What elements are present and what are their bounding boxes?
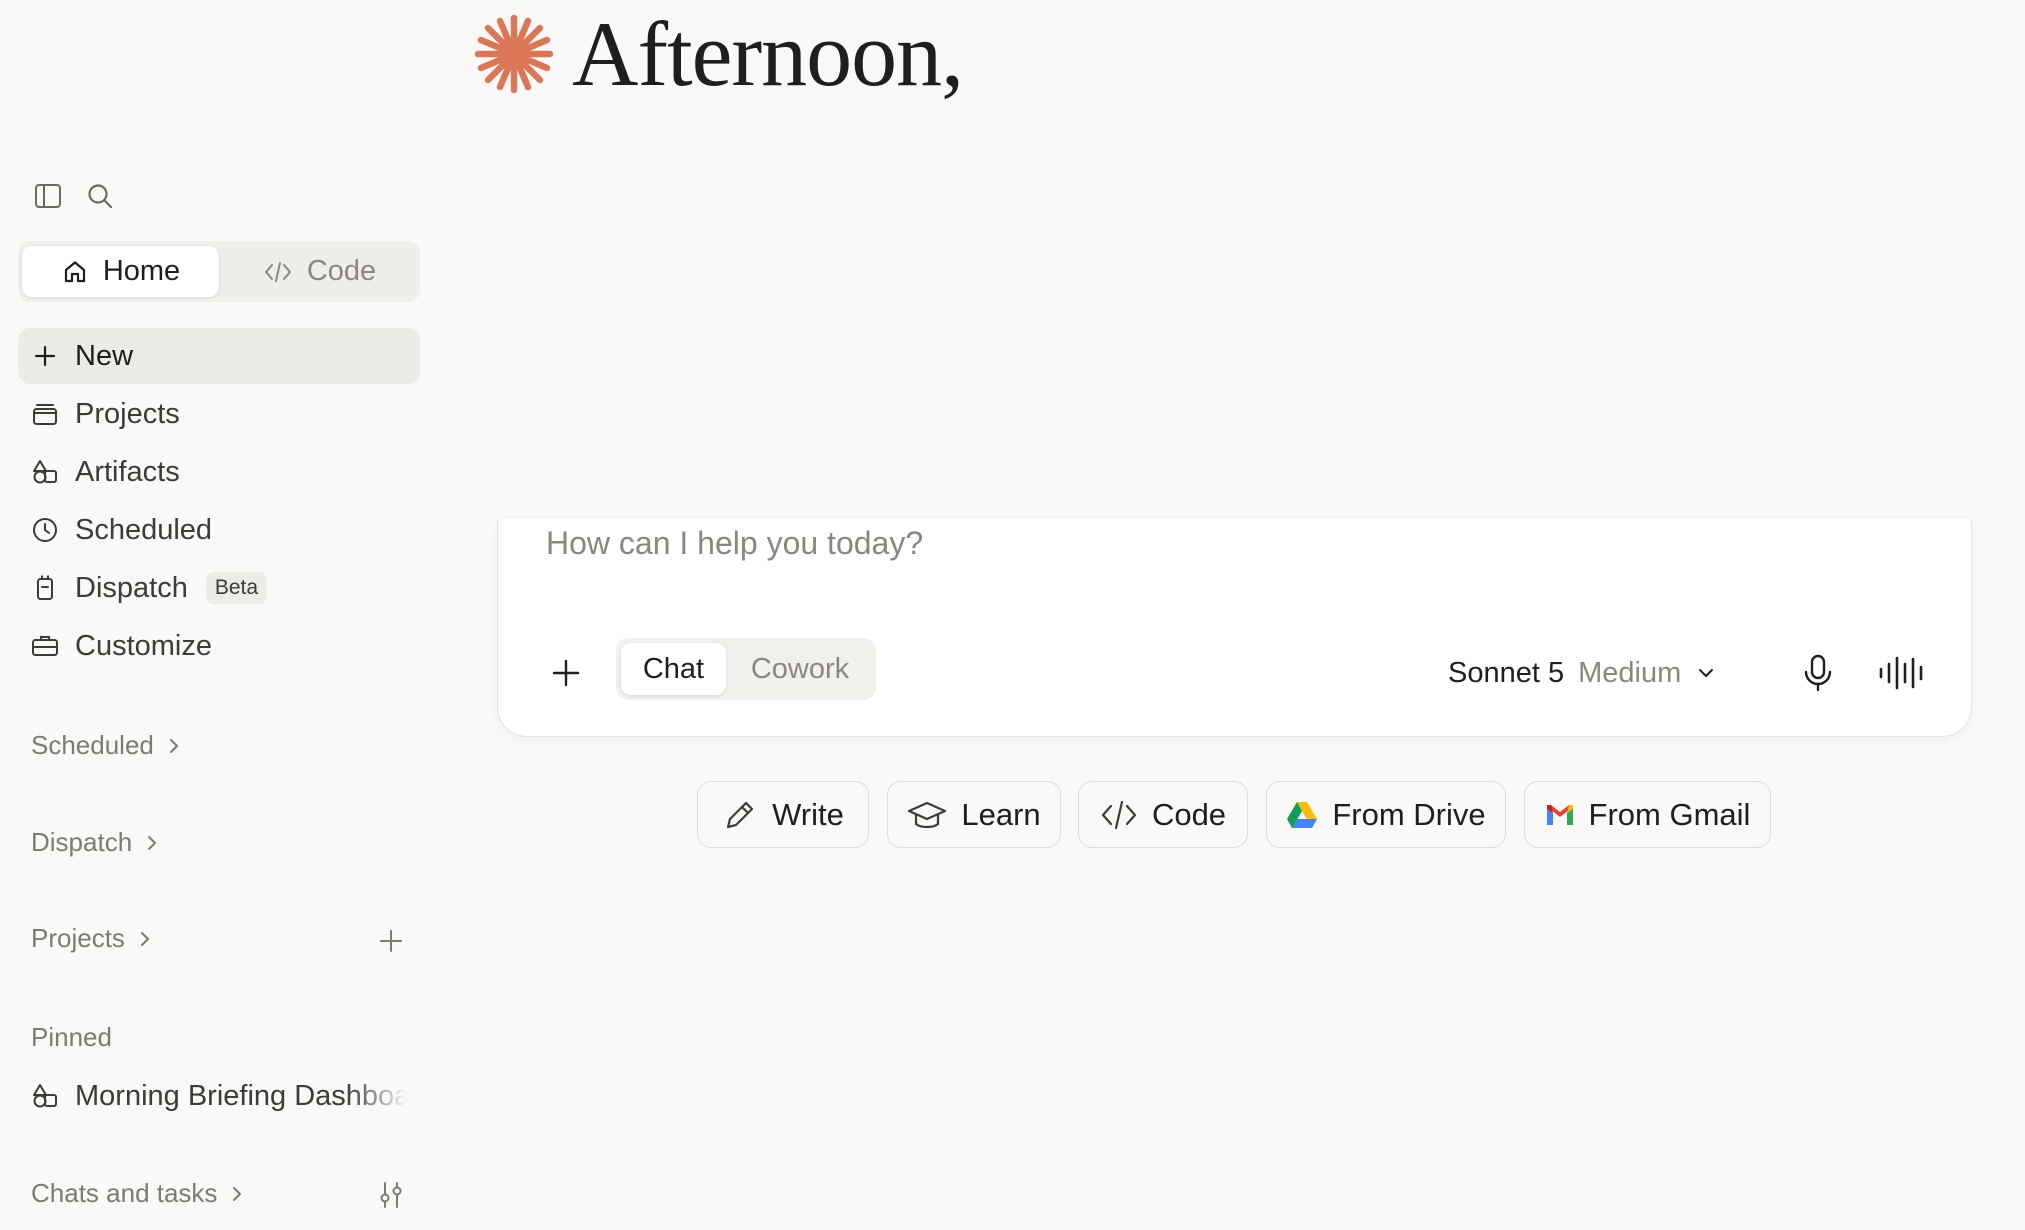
claude-logo-icon (472, 12, 556, 96)
nav-scheduled[interactable]: Scheduled (18, 502, 420, 558)
filter-sliders-icon (376, 1180, 406, 1210)
sidebar-toggle-button[interactable] (28, 176, 68, 216)
chat-mode-button[interactable]: Chat (621, 643, 726, 695)
sidebar: Home Code New Projects Artifacts Schedul… (0, 0, 440, 1230)
home-code-switcher: Home Code (18, 241, 420, 302)
section-chats-tasks[interactable]: Chats and tasks (31, 1178, 247, 1209)
pinned-item[interactable]: Morning Briefing Dashboard (18, 1068, 418, 1124)
from-drive-chip[interactable]: From Drive (1266, 781, 1506, 848)
nav-artifacts-label: Artifacts (75, 455, 180, 488)
from-drive-chip-label: From Drive (1332, 796, 1486, 832)
nav-artifacts[interactable]: Artifacts (18, 444, 420, 500)
composer: Chat Cowork Sonnet 5 Medium (497, 519, 1972, 737)
gmail-icon (1545, 803, 1575, 827)
attach-button[interactable] (538, 645, 594, 701)
home-icon (61, 258, 89, 286)
nav-scheduled-label: Scheduled (75, 513, 213, 546)
sidebar-toggle-icon (33, 181, 63, 211)
dispatch-icon (15, 573, 75, 603)
nav-customize[interactable]: Customize (18, 618, 420, 674)
nav-dispatch-label: Dispatch (75, 571, 188, 604)
waveform-icon (1877, 655, 1925, 691)
greeting-title: Afternoon, (572, 3, 964, 105)
nav-projects[interactable]: Projects (18, 386, 420, 442)
code-icon (263, 258, 293, 286)
fade-overlay (347, 1079, 407, 1113)
section-projects[interactable]: Projects (31, 923, 155, 954)
prompt-input[interactable] (546, 519, 1746, 567)
learn-chip-label: Learn (961, 796, 1041, 832)
from-gmail-chip-label: From Gmail (1588, 796, 1751, 832)
code-tab-label: Code (306, 255, 377, 287)
plus-icon (378, 928, 404, 954)
pinned-item-label-wrap: Morning Briefing Dashboard (75, 1079, 407, 1113)
pencil-icon (722, 797, 758, 833)
model-name: Sonnet 5 (1448, 656, 1565, 689)
chevron-right-icon (135, 929, 155, 949)
voice-mode-button[interactable] (1870, 645, 1932, 701)
section-dispatch-label: Dispatch (31, 827, 133, 857)
search-button[interactable] (80, 176, 120, 216)
chevron-down-icon (1695, 662, 1717, 684)
nav-new[interactable]: New (18, 328, 420, 384)
model-effort: Medium (1578, 656, 1682, 689)
nav-projects-label: Projects (75, 397, 180, 430)
section-pinned-label: Pinned (31, 1022, 112, 1052)
artifacts-icon (18, 1082, 75, 1110)
microphone-button[interactable] (1790, 645, 1846, 701)
model-selector[interactable]: Sonnet 5 Medium (1448, 647, 1717, 699)
section-projects-label: Projects (31, 923, 125, 953)
clock-icon (15, 515, 75, 545)
write-chip-label: Write (772, 796, 844, 832)
from-gmail-chip[interactable]: From Gmail (1524, 781, 1771, 848)
code-icon (1100, 798, 1138, 832)
artifacts-icon (15, 458, 75, 486)
section-dispatch[interactable]: Dispatch (31, 827, 162, 858)
home-tab-label: Home (102, 255, 181, 287)
write-chip[interactable]: Write (697, 781, 869, 848)
microphone-icon (1801, 653, 1835, 693)
beta-badge: Beta (205, 572, 268, 604)
graduation-cap-icon (907, 797, 947, 833)
add-project-button[interactable] (371, 921, 411, 961)
code-chip[interactable]: Code (1078, 781, 1248, 848)
section-scheduled-label: Scheduled (31, 730, 154, 760)
code-tab[interactable]: Code (223, 246, 416, 297)
chevron-right-icon (142, 833, 162, 853)
search-icon (85, 181, 115, 211)
section-chats-label: Chats and tasks (31, 1178, 218, 1208)
mode-switcher: Chat Cowork (616, 638, 876, 700)
projects-icon (15, 400, 75, 428)
code-chip-label: Code (1151, 796, 1227, 832)
nav-customize-label: Customize (75, 629, 212, 662)
greeting: Afternoon, (472, 3, 964, 105)
section-scheduled[interactable]: Scheduled (31, 730, 184, 761)
filter-button[interactable] (371, 1175, 411, 1215)
nav-new-label: New (75, 339, 134, 372)
chevron-right-icon (227, 1184, 247, 1204)
briefcase-icon (15, 632, 75, 660)
plus-icon (551, 658, 581, 688)
chevron-right-icon (164, 736, 184, 756)
google-drive-icon (1286, 801, 1318, 829)
home-tab[interactable]: Home (22, 246, 219, 297)
cowork-mode-button[interactable]: Cowork (730, 643, 870, 695)
plus-icon (15, 343, 75, 369)
nav-dispatch[interactable]: Dispatch Beta (18, 560, 420, 616)
learn-chip[interactable]: Learn (887, 781, 1061, 848)
